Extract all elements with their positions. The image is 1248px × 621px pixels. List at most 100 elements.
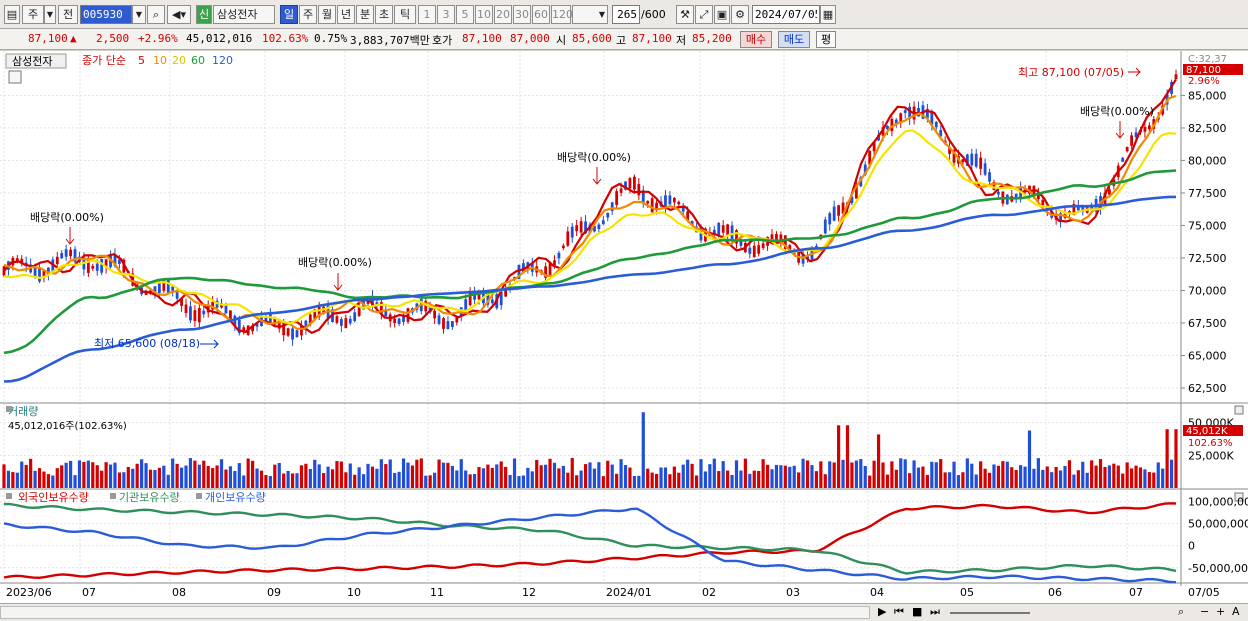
custom-interval-select[interactable]: ▼ bbox=[572, 5, 608, 24]
period-second[interactable]: 초 bbox=[375, 5, 393, 24]
volume-bar bbox=[961, 472, 965, 488]
legend-ma10: 10 bbox=[153, 54, 167, 67]
volume-bar bbox=[1090, 460, 1094, 488]
volume-bar bbox=[814, 471, 819, 488]
count-total: /600 bbox=[641, 8, 666, 21]
chart-scrollbar[interactable] bbox=[0, 606, 870, 619]
stop-icon[interactable]: ■ bbox=[912, 605, 922, 618]
volume-bar bbox=[433, 472, 437, 488]
date-input[interactable] bbox=[752, 5, 820, 24]
calendar-icon[interactable]: ▦ bbox=[820, 5, 836, 24]
x-axis-label: 07 bbox=[1129, 586, 1143, 599]
window-menu-icon[interactable]: ▤ bbox=[4, 5, 20, 24]
candle-body bbox=[934, 121, 938, 128]
period-month[interactable]: 월 bbox=[318, 5, 336, 24]
scroll-right-icon[interactable]: ▶ bbox=[878, 605, 886, 618]
volume-bar bbox=[37, 468, 42, 488]
candle-body bbox=[344, 318, 348, 329]
volume-bar bbox=[788, 466, 792, 488]
interval-60[interactable]: 60 bbox=[532, 5, 550, 24]
volume-bar bbox=[375, 468, 379, 488]
gear-icon[interactable]: ⚙ bbox=[731, 5, 749, 24]
zoom-slider[interactable] bbox=[950, 612, 1030, 614]
interval-3[interactable]: 3 bbox=[437, 5, 455, 24]
low-price: 85,200 bbox=[692, 32, 732, 45]
interval-30[interactable]: 30 bbox=[513, 5, 531, 24]
volume-bar bbox=[512, 458, 517, 488]
volume-bar bbox=[419, 458, 423, 488]
market-type-select[interactable]: 주 bbox=[22, 5, 44, 24]
interval-10[interactable]: 10 bbox=[475, 5, 493, 24]
grid-toggle-icon[interactable] bbox=[8, 70, 22, 84]
holding-line bbox=[3, 502, 1177, 580]
chevron-down-icon[interactable]: ▼ bbox=[44, 5, 56, 24]
period-day[interactable]: 일 bbox=[280, 5, 298, 24]
period-minute[interactable]: 분 bbox=[356, 5, 374, 24]
stock-chart[interactable]: 삼성전자 종가 단순 5 10 20 60 120 85,00082,50080… bbox=[0, 51, 1248, 603]
volume-bar bbox=[406, 462, 410, 488]
plus-icon[interactable]: + bbox=[1216, 605, 1225, 618]
volume-bar bbox=[428, 475, 432, 488]
current-price: 87,100 bbox=[28, 32, 68, 45]
volume-bar bbox=[934, 462, 938, 488]
volume-bar bbox=[384, 464, 388, 488]
period-year[interactable]: 년 bbox=[337, 5, 355, 24]
count-input[interactable] bbox=[612, 5, 640, 24]
sell-button[interactable]: 매도 bbox=[778, 31, 810, 48]
volume-bar bbox=[353, 474, 357, 488]
top-right-label: C:32,37 bbox=[1188, 54, 1227, 65]
chevron-down-icon[interactable]: ▼ bbox=[132, 5, 146, 24]
volume-bar bbox=[450, 465, 454, 488]
volume-bar bbox=[1130, 468, 1134, 488]
volume-bar bbox=[233, 470, 237, 488]
toolbar: ▤ 주 ▼ 전 ▼ ⌕ ◀▾ 신 삼성전자 일 주 월 년 분 초 틱 1 3 … bbox=[0, 0, 1248, 29]
legend-foreign: 외국인보유수량 bbox=[18, 491, 89, 504]
x-axis-label: 08 bbox=[172, 586, 186, 599]
evaluate-button[interactable]: 평 bbox=[816, 31, 836, 48]
volume-bar bbox=[82, 461, 86, 488]
buy-button[interactable]: 매수 bbox=[740, 31, 772, 48]
volume-bar bbox=[677, 472, 681, 488]
interval-5[interactable]: 5 bbox=[456, 5, 474, 24]
dividend-note-4: 배당락(0.00%) bbox=[1080, 105, 1154, 118]
volume-bar bbox=[91, 462, 95, 488]
volume-bar bbox=[1054, 467, 1058, 488]
legend-individual: 개인보유수량 bbox=[205, 491, 266, 504]
volume-bar bbox=[197, 464, 201, 488]
stock-code-input[interactable] bbox=[80, 5, 132, 24]
interval-120[interactable]: 120 bbox=[551, 5, 573, 24]
prev-button[interactable]: 전 bbox=[58, 5, 78, 24]
zoom-in-icon[interactable]: ⌕ bbox=[1178, 605, 1184, 619]
tools-icon[interactable]: ⚒ bbox=[676, 5, 694, 24]
volume-bar bbox=[726, 470, 730, 488]
volume-bar bbox=[126, 466, 130, 488]
volume-bar bbox=[122, 472, 126, 488]
volume-bar bbox=[1174, 429, 1178, 488]
period-tick[interactable]: 틱 bbox=[394, 5, 416, 24]
volume-bar bbox=[597, 462, 601, 488]
volume-close-icon[interactable] bbox=[1234, 405, 1244, 415]
search-icon[interactable]: ⌕ bbox=[147, 5, 165, 24]
volume-bar bbox=[46, 474, 50, 488]
volume-bar bbox=[326, 466, 330, 488]
zoom-icon[interactable]: ⤢ bbox=[695, 5, 713, 24]
volume-bar bbox=[1027, 430, 1032, 488]
font-size-icon[interactable]: A bbox=[1232, 605, 1240, 618]
volume-bar bbox=[699, 459, 703, 488]
save-icon[interactable]: ▣ bbox=[714, 5, 730, 24]
interval-20[interactable]: 20 bbox=[494, 5, 512, 24]
period-week[interactable]: 주 bbox=[299, 5, 317, 24]
chart-area[interactable]: 삼성전자 종가 단순 5 10 20 60 120 85,000 82,500 80… bbox=[0, 51, 1248, 603]
volume-bar bbox=[499, 461, 503, 488]
volume-bar bbox=[1045, 466, 1049, 488]
minus-icon[interactable]: − bbox=[1200, 605, 1209, 618]
interval-1[interactable]: 1 bbox=[418, 5, 436, 24]
scroll-last-icon[interactable]: ⏭ bbox=[930, 605, 940, 619]
volume-bar bbox=[783, 465, 787, 488]
scroll-first-icon[interactable]: ⏮ bbox=[894, 605, 904, 619]
volume-bar bbox=[366, 463, 370, 488]
speaker-icon[interactable]: ◀▾ bbox=[167, 5, 191, 24]
x-axis-label: 06 bbox=[1048, 586, 1062, 599]
volume-bar bbox=[490, 467, 494, 488]
volume-bar bbox=[894, 469, 898, 488]
